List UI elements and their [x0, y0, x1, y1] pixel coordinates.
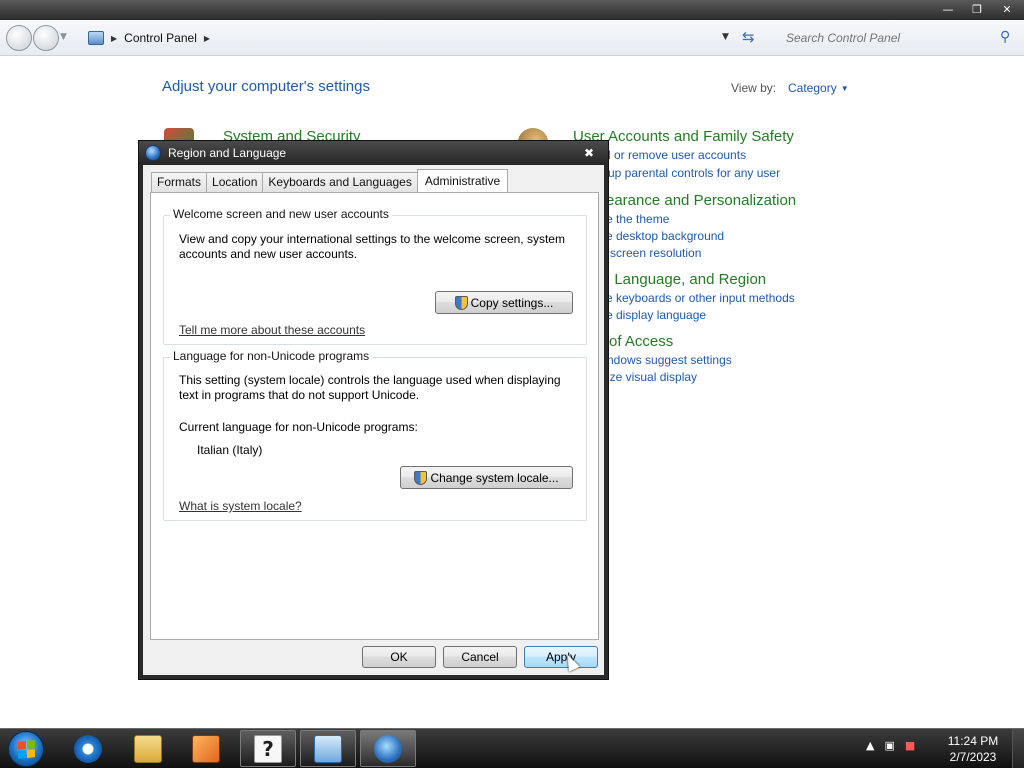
link-suggest-settings[interactable]: ndows suggest settings: [607, 353, 732, 367]
forward-button[interactable]: [33, 25, 59, 51]
region-language-dialog: Region and Language ✖ Formats Location K…: [138, 140, 609, 680]
clock[interactable]: 11:24 PM 2/7/2023: [940, 733, 1006, 765]
uac-shield-icon: [414, 470, 428, 485]
dialog-titlebar[interactable]: Region and Language ✖: [139, 141, 608, 165]
start-button[interactable]: [8, 731, 44, 767]
link-change-theme[interactable]: e the theme: [606, 212, 669, 226]
minimize-button[interactable]: —: [936, 2, 960, 18]
address-bar[interactable]: ▶ Control Panel ▶: [84, 27, 738, 49]
administrative-tab-panel: Welcome screen and new user accounts Vie…: [150, 192, 599, 640]
breadcrumb-control-panel[interactable]: Control Panel: [124, 31, 197, 45]
link-keyboards-input[interactable]: e keyboards or other input methods: [606, 291, 795, 305]
apply-button[interactable]: Apply: [524, 646, 598, 668]
page-title: Adjust your computer's settings: [162, 78, 370, 95]
dialog-close-button[interactable]: ✖: [579, 146, 599, 160]
maximize-button[interactable]: ❐: [965, 2, 989, 18]
current-language-label: Current language for non-Unicode program…: [179, 420, 418, 434]
welcome-description-line1: View and copy your international setting…: [179, 232, 565, 246]
cancel-button[interactable]: Cancel: [443, 646, 517, 668]
tab-formats[interactable]: Formats: [151, 172, 208, 192]
unicode-description-line2: text in programs that do not support Uni…: [179, 388, 420, 402]
globe-icon: [145, 145, 161, 161]
welcome-description-line2: accounts and new user accounts.: [179, 247, 358, 261]
change-system-locale-button[interactable]: Change system locale...: [400, 466, 573, 489]
welcome-screen-group: Welcome screen and new user accounts Vie…: [163, 207, 587, 345]
change-locale-label: Change system locale...: [430, 470, 559, 485]
taskbar-control-panel[interactable]: [300, 730, 356, 767]
control-panel-icon: [88, 31, 104, 45]
tab-strip: Formats Location Keyboards and Languages…: [151, 169, 509, 192]
windows-logo-icon: [18, 740, 35, 759]
region-language-icon: [374, 734, 402, 763]
close-button[interactable]: ✕: [995, 2, 1019, 18]
search-box[interactable]: ⚲: [770, 27, 1020, 49]
non-unicode-group: Language for non-Unicode programs This s…: [163, 349, 587, 521]
clock-date: 2/7/2023: [949, 750, 997, 764]
media-player-icon: [192, 734, 220, 763]
link-display-language[interactable]: e display language: [606, 308, 706, 322]
system-locale-help-link[interactable]: What is system locale?: [179, 499, 302, 513]
window-titlebar: — ❐ ✕: [0, 0, 1024, 20]
taskbar-windows-explorer[interactable]: [120, 730, 176, 767]
uac-shield-icon: [454, 295, 468, 310]
control-panel-icon: [314, 734, 342, 763]
taskbar-help[interactable]: ?: [240, 730, 296, 767]
tab-administrative[interactable]: Administrative: [416, 169, 509, 192]
link-parental-controls[interactable]: up parental controls for any user: [608, 166, 780, 180]
show-desktop-button[interactable]: [1012, 729, 1024, 768]
category-clock-language-region[interactable]: , Language, and Region: [606, 271, 766, 288]
dialog-body: Formats Location Keyboards and Languages…: [143, 165, 604, 675]
breadcrumb-separator-icon[interactable]: ▶: [111, 34, 117, 43]
current-language-value: Italian (Italy): [197, 443, 263, 457]
category-appearance[interactable]: earance and Personalization: [606, 192, 796, 209]
view-by-dropdown[interactable]: Category ▼: [788, 81, 849, 95]
notification-area: ▲ ▣ ■: [866, 739, 915, 752]
tab-location[interactable]: Location: [206, 172, 264, 192]
link-desktop-background[interactable]: e desktop background: [606, 229, 724, 243]
copy-settings-label: Copy settings...: [470, 295, 554, 310]
breadcrumb-chevron-icon[interactable]: ▶: [204, 34, 210, 43]
taskbar-internet-explorer[interactable]: [60, 730, 116, 767]
copy-settings-button[interactable]: Copy settings...: [435, 291, 573, 314]
taskbar: ? ▲ ▣ ■ 11:24 PM 2/7/2023: [0, 728, 1024, 768]
help-icon: ?: [254, 734, 282, 763]
internet-explorer-icon: [74, 734, 102, 763]
view-by-label: View by:: [731, 81, 777, 95]
category-ease-of-access[interactable]: of Access: [609, 333, 673, 350]
taskbar-media-player[interactable]: [178, 730, 234, 767]
chevron-down-icon: ▼: [840, 84, 849, 93]
address-dropdown-icon[interactable]: ▼: [722, 32, 729, 42]
view-by-value: Category: [788, 81, 837, 95]
volume-muted-icon[interactable]: ■: [905, 739, 915, 752]
network-icon[interactable]: ▣: [884, 739, 894, 752]
taskbar-region-language[interactable]: [360, 730, 416, 767]
clock-time: 11:24 PM: [947, 734, 999, 748]
dialog-title: Region and Language: [168, 146, 287, 160]
recent-pages-dropdown[interactable]: ▼: [60, 32, 67, 42]
link-add-remove-accounts[interactable]: d or remove user accounts: [604, 148, 746, 162]
ok-button[interactable]: OK: [362, 646, 436, 668]
welcome-group-legend: Welcome screen and new user accounts: [170, 207, 392, 221]
back-button[interactable]: [6, 25, 32, 51]
link-optimize-visual[interactable]: ize visual display: [607, 370, 697, 384]
link-screen-resolution[interactable]: screen resolution: [610, 246, 701, 260]
search-icon[interactable]: ⚲: [1000, 29, 1010, 45]
refresh-icon[interactable]: ⇆: [742, 29, 755, 45]
search-input[interactable]: [786, 31, 986, 45]
accounts-help-link[interactable]: Tell me more about these accounts: [179, 323, 365, 337]
navigation-toolbar: ▼ ▶ Control Panel ▶ ▼ ⇆ ⚲: [0, 20, 1024, 56]
unicode-description-line1: This setting (system locale) controls th…: [179, 373, 561, 387]
show-hidden-icons-icon[interactable]: ▲: [866, 739, 874, 752]
unicode-group-legend: Language for non-Unicode programs: [170, 349, 373, 363]
tab-keyboards-languages[interactable]: Keyboards and Languages: [262, 172, 418, 192]
windows-explorer-icon: [134, 734, 162, 763]
